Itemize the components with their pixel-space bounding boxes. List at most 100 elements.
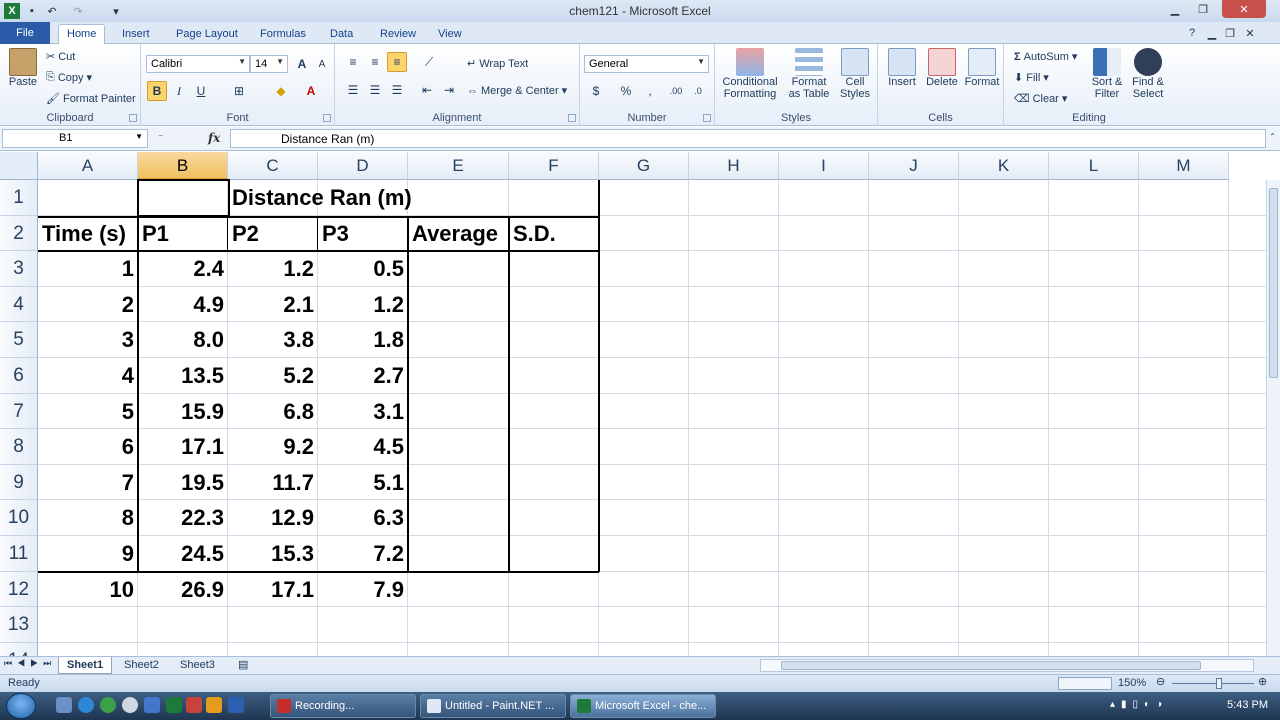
align-middle-icon[interactable]: ≡ [365,52,385,72]
insert-function-button[interactable]: fx [208,131,220,145]
column-header-b[interactable]: B [138,152,228,180]
row-header-2[interactable]: 2 [0,215,38,252]
header-cell[interactable]: Average [408,216,509,251]
minimize-button[interactable]: ▁ [1162,0,1188,18]
sort-filter-button[interactable]: Sort & Filter [1088,48,1126,100]
cut-button[interactable]: ✂ Cut [46,50,75,64]
data-cell[interactable]: 2.1 [228,287,318,322]
formula-bar-cancel-icon[interactable]: ⁻ [158,131,164,144]
close-button[interactable]: ✕ [1222,0,1266,18]
underline-button[interactable]: U [191,81,211,101]
tab-data[interactable]: Data [322,25,361,44]
data-cell[interactable]: 2 [38,287,138,322]
tab-formulas[interactable]: Formulas [252,25,314,44]
align-top-icon[interactable]: ≡ [343,52,363,72]
data-cell[interactable]: 3.8 [228,322,318,357]
decrease-indent-icon[interactable]: ⇤ [417,80,437,100]
row-header-7[interactable]: 7 [0,393,38,430]
sheet-tab-3[interactable]: Sheet3 [172,657,223,674]
italic-button[interactable]: I [169,81,189,101]
select-all-corner[interactable] [0,152,38,180]
horizontal-scrollbar[interactable] [760,659,1254,672]
worksheet-grid[interactable]: ABCDEFGHIJKLM 1234567891011121314 Distan… [0,152,1280,656]
data-cell[interactable]: 13.5 [138,358,228,393]
align-bottom-icon[interactable]: ≡ [387,52,407,72]
data-cell[interactable]: 5 [38,394,138,429]
font-launcher-icon[interactable] [323,114,331,122]
name-box-dropdown-icon[interactable]: ▼ [135,132,143,141]
sheet-tab-2[interactable]: Sheet2 [116,657,167,674]
tab-insert[interactable]: Insert [114,25,158,44]
data-cell[interactable]: 22.3 [138,500,228,535]
tab-view[interactable]: View [430,25,470,44]
tab-review[interactable]: Review [372,25,424,44]
format-cells-button[interactable]: Format [962,48,1002,88]
selected-cell-b1[interactable] [137,179,230,217]
clear-button[interactable]: ⌫ Clear ▾ [1014,92,1067,106]
format-painter-button[interactable]: 🖌 Format Painter [46,92,136,106]
zoom-slider[interactable] [1172,683,1254,684]
comma-button[interactable]: , [640,81,660,101]
fill-color-icon[interactable]: ◆ [271,81,291,101]
column-header-l[interactable]: L [1049,152,1139,180]
data-cell[interactable]: 0.5 [318,251,408,286]
data-cell[interactable]: 1.8 [318,322,408,357]
data-cell[interactable]: 9 [38,536,138,571]
column-header-h[interactable]: H [689,152,779,180]
copy-button[interactable]: ⎘ Copy ▾ [46,71,92,84]
data-cell[interactable]: 10 [38,572,138,607]
data-cell[interactable]: 4 [38,358,138,393]
data-cell[interactable]: 1 [38,251,138,286]
header-cell[interactable]: P1 [138,216,228,251]
column-header-i[interactable]: I [779,152,869,180]
data-cell[interactable]: 6 [38,429,138,464]
row-header-6[interactable]: 6 [0,358,38,394]
bold-button[interactable]: B [147,81,167,101]
percent-button[interactable]: % [616,81,636,101]
data-cell[interactable]: 3 [38,322,138,357]
align-left-icon[interactable]: ☰ [343,80,363,100]
grow-font-icon[interactable]: A [292,54,312,74]
align-right-icon[interactable]: ☰ [387,80,407,100]
excel-taskbar-icon[interactable] [166,697,182,713]
header-cell[interactable]: S.D. [509,216,599,251]
maximize-button[interactable]: ❐ [1190,0,1216,18]
delete-cells-button[interactable]: Delete [922,48,962,88]
ribbon-minimize-icon[interactable]: ▁ [1204,25,1220,41]
orientation-icon[interactable]: ⟋ [419,52,439,72]
data-cell[interactable]: 2.7 [318,358,408,393]
font-color-icon[interactable]: A [301,81,321,101]
column-header-f[interactable]: F [509,152,599,180]
powerpoint-taskbar-icon[interactable] [186,697,202,713]
show-desktop-icon[interactable] [56,697,72,713]
column-header-e[interactable]: E [408,152,509,180]
name-box[interactable]: B1 ▼ [2,129,148,148]
horizontal-scroll-thumb[interactable] [781,661,1201,670]
data-cell[interactable]: 3.1 [318,394,408,429]
data-cell[interactable]: 6.8 [228,394,318,429]
number-format-select[interactable]: General ▼ [584,55,709,73]
row-header-11[interactable]: 11 [0,536,38,572]
taskbar-paintnet[interactable]: Untitled - Paint.NET ... [420,694,566,718]
merge-center-button[interactable]: ⇔ Merge & Center ▾ [467,84,567,98]
row-header-8[interactable]: 8 [0,429,38,465]
shrink-font-icon[interactable]: A [312,54,332,74]
zoom-out-icon[interactable]: ⊖ [1156,675,1165,688]
close-workbook-icon[interactable]: ✕ [1242,25,1258,41]
data-cell[interactable]: 15.9 [138,394,228,429]
decrease-decimal-icon[interactable]: .0 [688,81,708,101]
row-header-4[interactable]: 4 [0,286,38,323]
app-green-icon[interactable] [100,697,116,713]
currency-button[interactable]: $ [586,81,606,101]
zoom-in-icon[interactable]: ⊕ [1258,675,1267,688]
row-header-12[interactable]: 12 [0,571,38,608]
increase-decimal-icon[interactable]: .00 [666,81,686,101]
data-cell[interactable]: 9.2 [228,429,318,464]
increase-indent-icon[interactable]: ⇥ [439,80,459,100]
data-cell[interactable]: 17.1 [138,429,228,464]
row-header-14[interactable]: 14 [0,642,38,656]
sheet-tab-1[interactable]: Sheet1 [58,657,113,674]
data-cell[interactable]: 17.1 [228,572,318,607]
data-cell[interactable]: 19.5 [138,465,228,500]
column-header-c[interactable]: C [228,152,318,180]
